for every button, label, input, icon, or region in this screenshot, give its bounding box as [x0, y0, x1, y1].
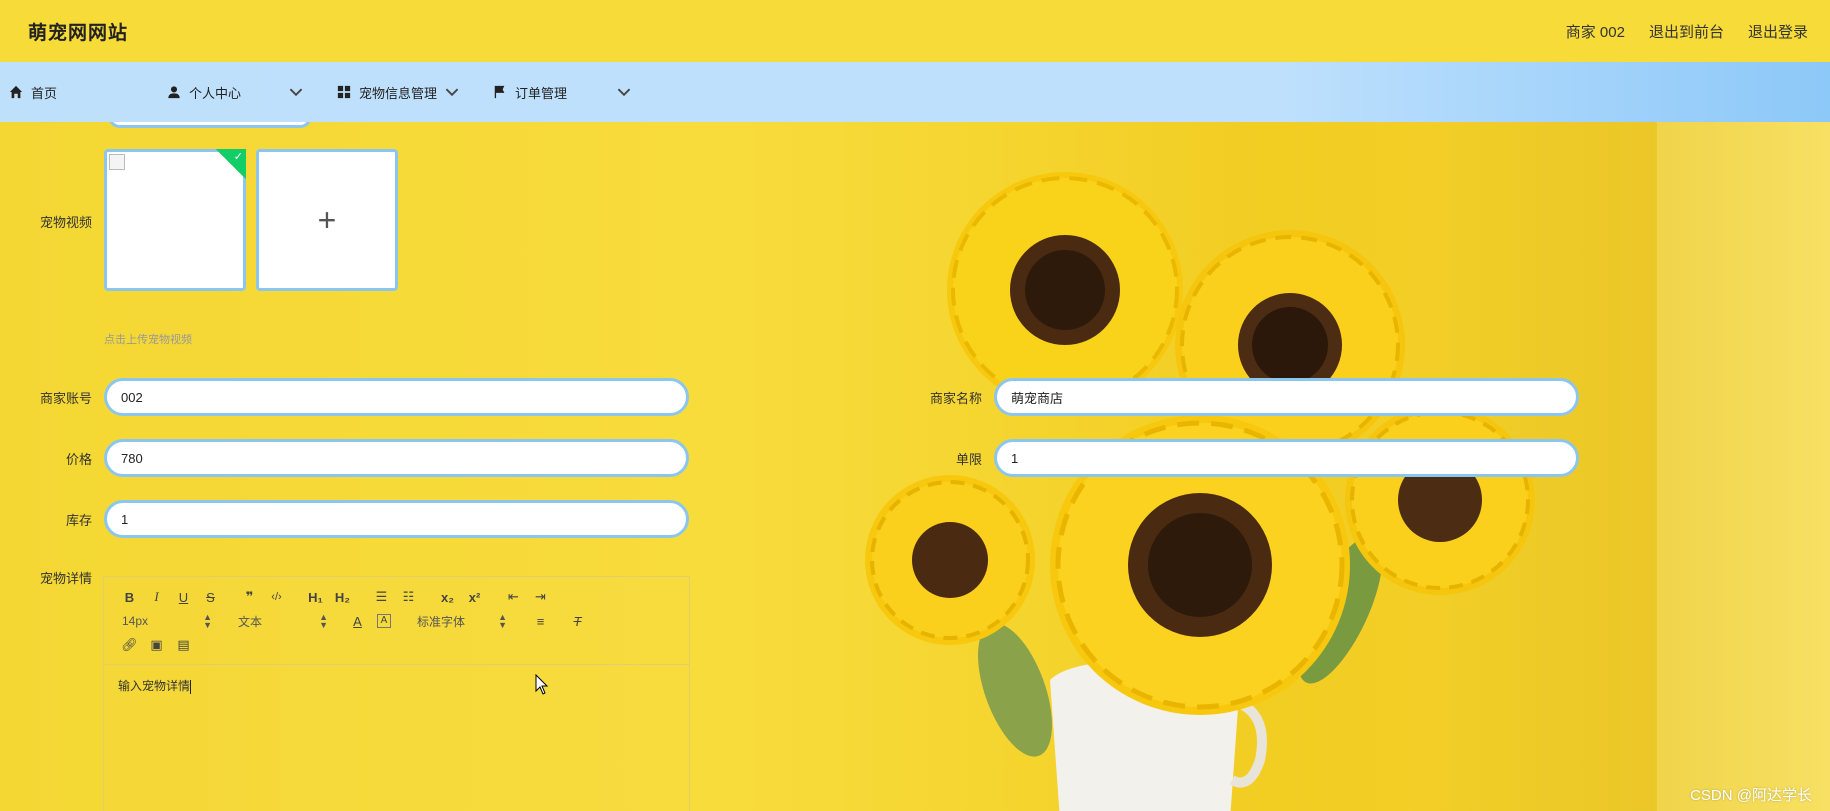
merchant-name-input[interactable]: 萌宠商店	[994, 378, 1579, 416]
ordered-list-icon[interactable]: ☰	[368, 589, 395, 605]
detail-label: 宠物详情	[39, 571, 92, 586]
editor-toolbar: B I U S ❞ ‹/› H₁ H₂ ☰ ☷ x₂ x² ⇤ ⇥ 14px ▲…	[104, 577, 689, 665]
font-color-icon[interactable]: A	[344, 614, 371, 629]
flag-icon	[494, 85, 505, 99]
price-label: 价格	[65, 452, 92, 467]
outdent-icon[interactable]: ⇤	[500, 589, 527, 605]
chevron-down-icon	[445, 88, 459, 97]
underline-icon[interactable]: U	[170, 590, 197, 605]
user-label[interactable]: 商家 002	[1566, 21, 1625, 42]
nav-item-orders[interactable]: 订单管理	[493, 62, 631, 122]
price-input[interactable]: 780	[104, 439, 689, 477]
heading-2-icon[interactable]: H₂	[329, 590, 356, 605]
nav-item-pet-info[interactable]: 宠物信息管理	[337, 62, 493, 122]
header-actions: 商家 002 退出到前台 退出登录	[1566, 21, 1808, 42]
merchant-account-label: 商家账号	[39, 391, 92, 406]
font-family-value: 标准字体	[417, 614, 466, 629]
header-select-value: 文本	[238, 614, 263, 629]
uploaded-video-card[interactable]: ✓	[104, 149, 246, 291]
upload-video-button[interactable]: +	[256, 149, 398, 291]
indent-icon[interactable]: ⇥	[527, 589, 554, 605]
select-arrows-icon: ▲ ▼	[498, 612, 507, 630]
upload-success-badge: ✓	[216, 149, 246, 179]
nav-item-home[interactable]: 首页	[9, 62, 167, 122]
upload-hint: 点击上传宠物视频	[104, 334, 192, 346]
strike-icon[interactable]: S	[197, 590, 224, 605]
font-family-select[interactable]: 标准字体 ▲ ▼	[411, 613, 507, 630]
merchant-account-input[interactable]: 002	[104, 378, 689, 416]
broken-image-icon	[109, 154, 125, 170]
heading-1-icon[interactable]: H₁	[302, 590, 329, 605]
rich-text-editor: B I U S ❞ ‹/› H₁ H₂ ☰ ☷ x₂ x² ⇤ ⇥ 14px ▲…	[103, 576, 690, 811]
background-color-icon[interactable]: A	[377, 614, 391, 628]
subscript-icon[interactable]: x₂	[434, 590, 461, 605]
main-nav: 首页 个人中心 宠物信息管理 订单管理	[0, 62, 1830, 122]
pet-form: 宠物视频 ✓ + 点击上传宠物视频 商家账号 002 商家名称 萌宠商店 价格 …	[0, 116, 1830, 811]
link-icon[interactable]: 🔗︎	[116, 637, 143, 653]
bullet-list-icon[interactable]: ☷	[395, 589, 422, 605]
video-icon[interactable]: ▤	[170, 637, 197, 653]
chevron-down-icon	[617, 88, 631, 97]
nav-item-label: 首页	[31, 85, 58, 101]
chevron-down-icon	[289, 88, 303, 97]
merchant-name-label: 商家名称	[929, 391, 982, 406]
superscript-icon[interactable]: x²	[461, 590, 488, 605]
image-icon[interactable]: ▣	[143, 637, 170, 653]
watermark: CSDN @阿达学长	[1690, 787, 1812, 804]
stock-label: 库存	[65, 513, 92, 528]
select-arrows-icon: ▲ ▼	[203, 612, 212, 630]
font-size-select[interactable]: 14px ▲ ▼	[116, 612, 212, 630]
stock-input[interactable]: 1	[104, 500, 689, 538]
plus-icon: +	[317, 202, 337, 238]
user-icon	[168, 86, 180, 99]
logout-link[interactable]: 退出登录	[1748, 21, 1808, 42]
site-title: 萌宠网网站	[28, 22, 129, 44]
italic-icon[interactable]: I	[143, 589, 170, 605]
nav-item-label: 个人中心	[189, 85, 242, 101]
grid-icon	[337, 85, 351, 99]
mouse-cursor-icon	[535, 674, 549, 695]
check-icon: ✓	[233, 151, 243, 163]
home-icon	[9, 85, 23, 99]
header-select[interactable]: 文本 ▲ ▼	[232, 613, 328, 630]
quote-icon[interactable]: ❞	[236, 589, 263, 605]
video-label: 宠物视频	[39, 215, 92, 230]
text-caret	[190, 679, 192, 694]
bold-icon[interactable]: B	[116, 590, 143, 605]
nav-item-personal-center[interactable]: 个人中心	[167, 62, 337, 122]
top-header: 萌宠网网站 商家 002 退出到前台 退出登录	[0, 0, 1830, 62]
editor-placeholder: 输入宠物详情	[118, 679, 191, 693]
align-icon[interactable]: ≡	[527, 614, 554, 629]
limit-label: 单限	[955, 452, 982, 467]
back-to-front-link[interactable]: 退出到前台	[1649, 21, 1724, 42]
nav-item-label: 宠物信息管理	[359, 85, 438, 101]
limit-input[interactable]: 1	[994, 439, 1579, 477]
editor-body[interactable]: 输入宠物详情	[104, 665, 689, 706]
code-block-icon[interactable]: ‹/›	[263, 591, 290, 603]
select-arrows-icon: ▲ ▼	[319, 612, 328, 630]
clear-format-icon[interactable]: T	[564, 614, 591, 629]
font-size-value: 14px	[122, 614, 149, 628]
nav-item-label: 订单管理	[515, 85, 568, 101]
